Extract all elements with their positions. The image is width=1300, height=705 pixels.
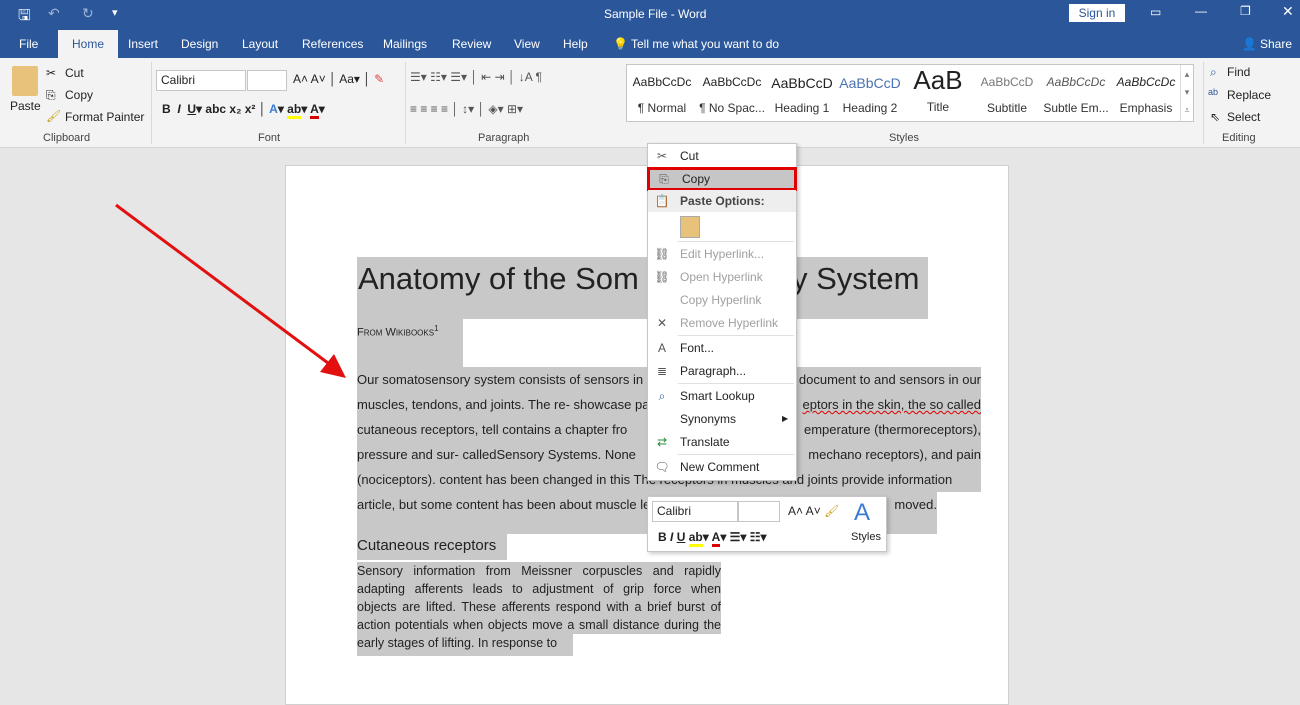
menu-paragraph[interactable]: ≣ Paragraph... [648,360,796,382]
menu-edit-hyperlink: ⛓ Edit Hyperlink... [654,247,765,261]
menu-copy[interactable]: ⎘ Copy [647,167,797,191]
context-menu: ✂ Cut ⎘ Copy 📋 Paste Options: ⛓ Edit Hyperli… [647,143,797,481]
smart-lookup-icon: ⌕ [658,389,666,403]
translate-icon: ⇄ [656,435,668,449]
mini-format-buttons[interactable]: B I U ab▾ A▾ ☰▾ ☷▾ [658,530,767,547]
menu-copy-hyperlink: Copy Hyperlink [680,293,762,307]
mini-toolbar: Calibri A˄ A˅ 🖌 B I U ab▾ A▾ ☰▾ ☷▾ A Sty… [647,496,887,552]
mini-size-combo[interactable] [738,501,780,522]
menu-cut[interactable]: ✂ Cut [648,145,796,167]
menu-new-comment[interactable]: 🗨 New Comment [648,456,796,478]
menu-font[interactable]: A Font... [648,337,796,359]
mini-styles-button[interactable]: Styles [851,531,881,543]
menu-remove-hyperlink: ✕ Remove Hyperlink [656,316,779,330]
mini-grow-shrink[interactable]: A˄ A˅ 🖌 [788,504,839,518]
submenu-arrow-icon: ▶ [782,414,789,423]
cut-icon: ✂ [656,149,668,163]
paragraph-icon: ≣ [656,364,668,378]
paste-icon: 📋 [654,194,670,208]
copy-icon: ⎘ [659,172,669,186]
menu-open-hyperlink: ⛓ Open Hyperlink [654,270,763,284]
menu-synonyms[interactable]: Synonyms ▶ [648,408,796,430]
font-icon: A [657,341,666,355]
comment-icon: 🗨 [654,460,670,474]
menu-smart-lookup[interactable]: ⌕ Smart Lookup [648,385,796,407]
paste-keep-text-icon[interactable] [680,216,700,238]
menu-paste-options: 📋 Paste Options: [648,190,796,212]
styles-icon[interactable]: A [854,499,870,527]
mini-font-combo[interactable]: Calibri [652,501,738,522]
menu-translate[interactable]: ⇄ Translate [648,431,796,453]
